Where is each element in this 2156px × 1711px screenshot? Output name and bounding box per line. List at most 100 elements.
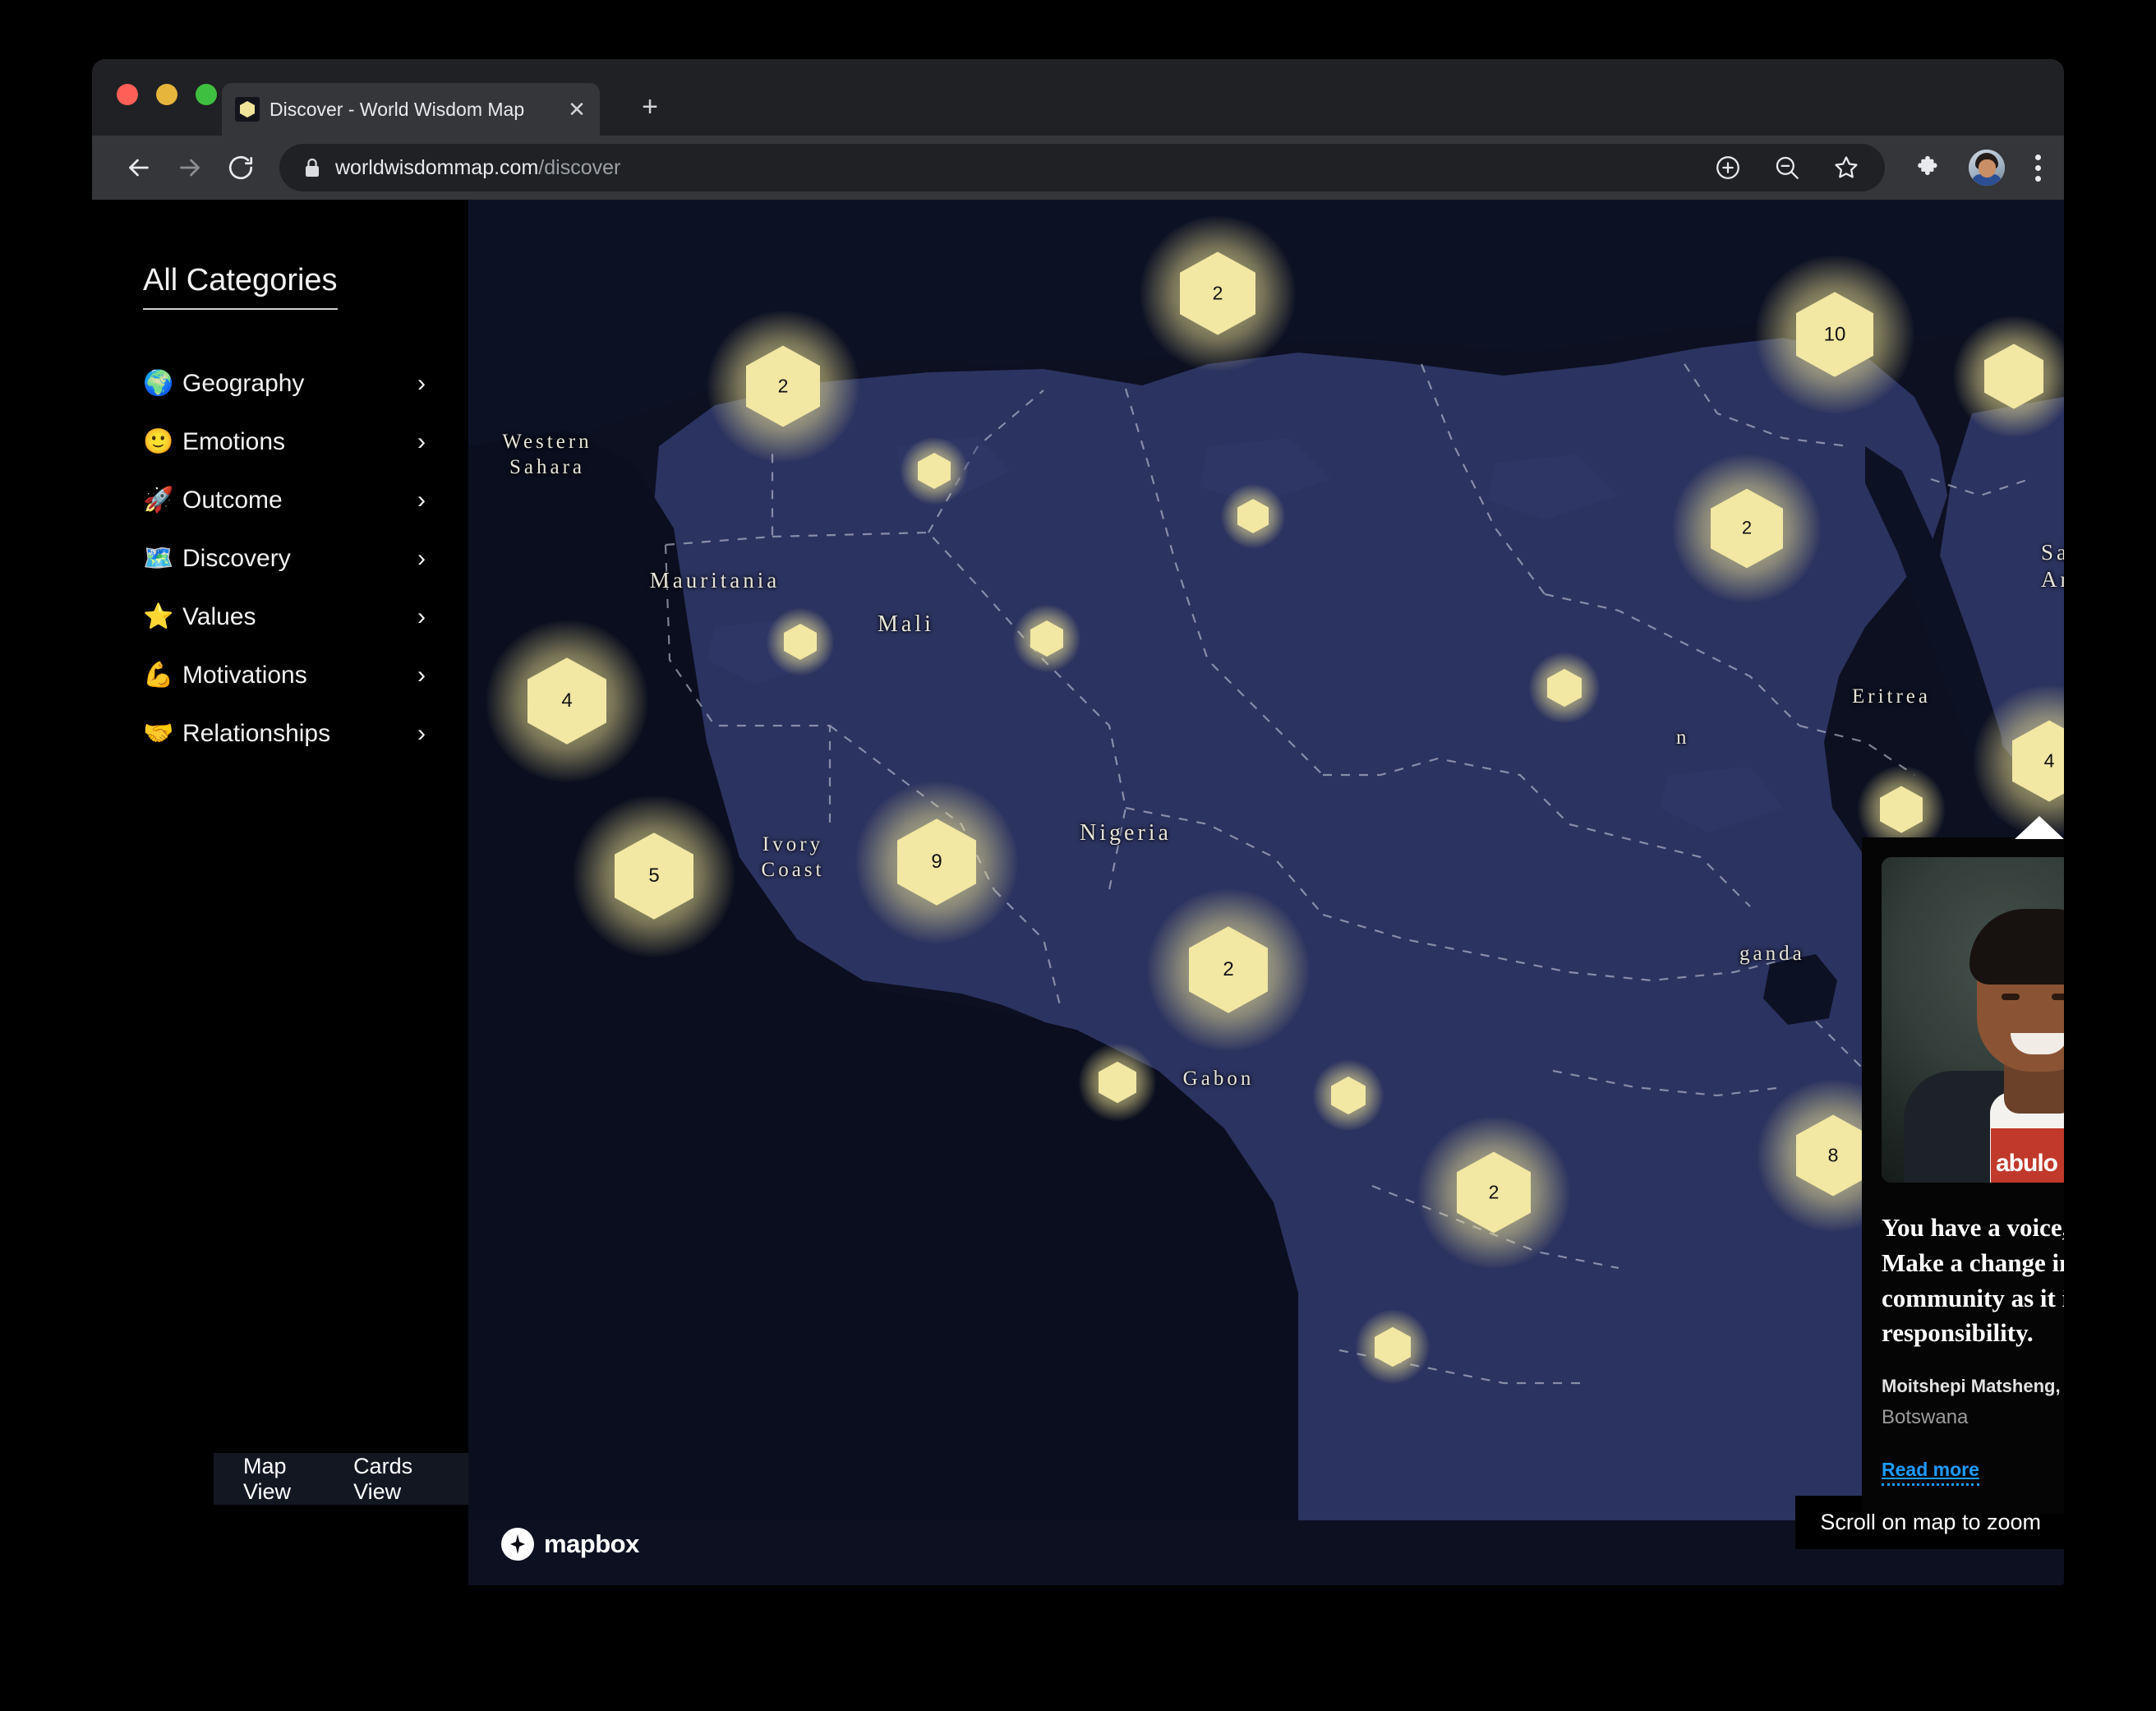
- puzzle-piece-icon[interactable]: [1914, 154, 1941, 181]
- map-marker-hexagon[interactable]: 2: [1672, 454, 1822, 603]
- url-domain: worldwisdommap.com: [335, 155, 539, 179]
- hexagon-icon: [1984, 344, 2043, 409]
- sidebar-item-emotions[interactable]: 🙂 Emotions ›: [143, 413, 429, 471]
- favicon-hexagon-icon: [235, 97, 260, 122]
- sidebar-item-label: Discovery: [182, 544, 291, 572]
- minimize-window-button[interactable]: [156, 84, 177, 105]
- smiley-icon: 🙂: [143, 427, 174, 455]
- marker-count: 4: [561, 689, 573, 712]
- star-icon[interactable]: [1832, 154, 1860, 182]
- lock-icon: [306, 158, 319, 177]
- map-marker-hexagon[interactable]: [901, 437, 968, 505]
- chevron-right-icon: ›: [417, 719, 426, 747]
- three-dot-menu-icon[interactable]: [2033, 154, 2043, 182]
- maximize-window-button[interactable]: [196, 84, 217, 105]
- browser-tab[interactable]: Discover - World Wisdom Map ✕: [222, 83, 600, 136]
- chevron-right-icon: ›: [417, 602, 426, 630]
- reload-icon[interactable]: [215, 142, 266, 193]
- marker-count: 9: [931, 851, 942, 873]
- hexagon-icon: 4: [2012, 720, 2064, 802]
- avatar[interactable]: [1969, 150, 2005, 186]
- sidebar-item-label: Outcome: [182, 486, 283, 514]
- sidebar-item-label: Relationships: [182, 719, 331, 747]
- portrait-photo: [1882, 857, 2064, 1183]
- browser-window: Discover - World Wisdom Map ✕ + worldwis…: [92, 59, 2064, 1585]
- handshake-icon: 🤝: [143, 719, 174, 747]
- map-marker-hexagon[interactable]: [1221, 484, 1285, 548]
- map-marker-hexagon[interactable]: 9: [855, 781, 1018, 943]
- map-marker-hexagon[interactable]: 2: [1147, 888, 1310, 1051]
- hexagon-icon: 9: [897, 819, 976, 906]
- forward-arrow-icon[interactable]: [164, 142, 215, 193]
- map-marker-hexagon[interactable]: [1528, 652, 1601, 724]
- hexagon-icon: 5: [615, 832, 693, 920]
- marker-count: 2: [1223, 958, 1234, 980]
- sidebar-item-label: Motivations: [182, 661, 307, 689]
- read-more-link[interactable]: Read more: [1882, 1459, 1979, 1487]
- hexagon-icon: [1237, 499, 1269, 533]
- sidebar-item-motivations[interactable]: 💪 Motivations ›: [143, 646, 429, 704]
- back-arrow-icon[interactable]: [113, 142, 164, 193]
- page-title: All Categories: [143, 263, 338, 310]
- sidebar-item-discovery[interactable]: 🗺️ Discovery ›: [143, 529, 429, 588]
- map-marker-hexagon[interactable]: [1953, 316, 2064, 437]
- chevron-right-icon: ›: [417, 661, 426, 689]
- mapbox-logo-icon: [501, 1528, 534, 1561]
- chevron-right-icon: ›: [417, 486, 426, 514]
- hexagon-icon: 4: [527, 657, 606, 745]
- url-path: /discover: [538, 155, 621, 179]
- map-marker-hexagon[interactable]: [767, 608, 834, 676]
- map-marker-hexagon[interactable]: 2: [1417, 1116, 1570, 1269]
- mapbox-label: mapbox: [544, 1529, 639, 1558]
- address-bar[interactable]: worldwisdommap.com/discover: [279, 144, 1885, 191]
- sidebar-item-relationships[interactable]: 🤝 Relationships ›: [143, 704, 429, 763]
- hexagon-icon: 2: [1180, 251, 1255, 335]
- map-marker-hexagon[interactable]: 2: [1140, 215, 1296, 371]
- map-marker-hexagon[interactable]: 10: [1755, 255, 1914, 414]
- tab-cards-view[interactable]: Cards View: [342, 1453, 468, 1505]
- hexagon-icon: 10: [1796, 292, 1873, 377]
- hexagon-icon: 2: [1189, 926, 1268, 1013]
- close-icon[interactable]: ✕: [565, 99, 588, 120]
- hexagon-icon: [1099, 1061, 1136, 1104]
- map-marker-hexagon[interactable]: [1013, 605, 1080, 672]
- map-marker-hexagon[interactable]: [1857, 765, 1946, 854]
- zoom-in-icon[interactable]: [1714, 154, 1742, 182]
- globe-icon: 🌍: [143, 369, 174, 397]
- hexagon-icon: [1547, 668, 1582, 708]
- map-marker-hexagon[interactable]: 5: [573, 795, 735, 957]
- sidebar-item-geography[interactable]: 🌍 Geography ›: [143, 354, 429, 413]
- omnibox-actions: [1714, 154, 1865, 182]
- zoom-out-icon[interactable]: [1773, 154, 1801, 182]
- url-text: worldwisdommap.com/discover: [335, 156, 620, 180]
- sidebar-item-label: Emotions: [182, 427, 286, 455]
- tab-map-view[interactable]: Map View: [214, 1453, 342, 1505]
- marker-count: 10: [1823, 322, 1846, 345]
- sidebar-item-label: Geography: [182, 369, 305, 397]
- close-window-button[interactable]: [117, 84, 138, 105]
- map-marker-hexagon[interactable]: 2: [707, 310, 859, 463]
- map-marker-hexagon[interactable]: 4: [486, 620, 648, 782]
- mapbox-attribution[interactable]: mapbox: [501, 1528, 639, 1561]
- hexagon-icon: 2: [1457, 1151, 1531, 1234]
- map-canvas[interactable]: Western Sahara Mauritania Mali Nigeria Ivory…: [468, 200, 2064, 1585]
- tab-strip: Discover - World Wisdom Map ✕ +: [92, 59, 2064, 136]
- marker-count: 2: [777, 375, 789, 397]
- hexagon-icon: [784, 624, 817, 660]
- hexagon-icon: [1030, 620, 1063, 657]
- map-marker-hexagon[interactable]: 4: [1973, 685, 2064, 837]
- hexagon-icon: 8: [1796, 1114, 1870, 1197]
- story-author: Moitshepi Matsheng, 27: [1882, 1376, 2064, 1397]
- map-marker-hexagon[interactable]: [1078, 1043, 1157, 1122]
- window-controls: [117, 84, 217, 105]
- new-tab-button[interactable]: +: [634, 93, 666, 124]
- map-marker-hexagon[interactable]: [1312, 1059, 1384, 1132]
- chevron-right-icon: ›: [417, 369, 426, 397]
- flexed-bicep-icon: 💪: [143, 661, 174, 689]
- map-marker-hexagon[interactable]: 8: [1757, 1079, 1910, 1232]
- marker-count: 2: [1488, 1181, 1500, 1203]
- hexagon-icon: [1880, 786, 1923, 833]
- sidebar-item-outcome[interactable]: 🚀 Outcome ›: [143, 471, 429, 529]
- map-marker-hexagon[interactable]: [1355, 1309, 1430, 1385]
- sidebar-item-values[interactable]: ⭐ Values ›: [143, 588, 429, 646]
